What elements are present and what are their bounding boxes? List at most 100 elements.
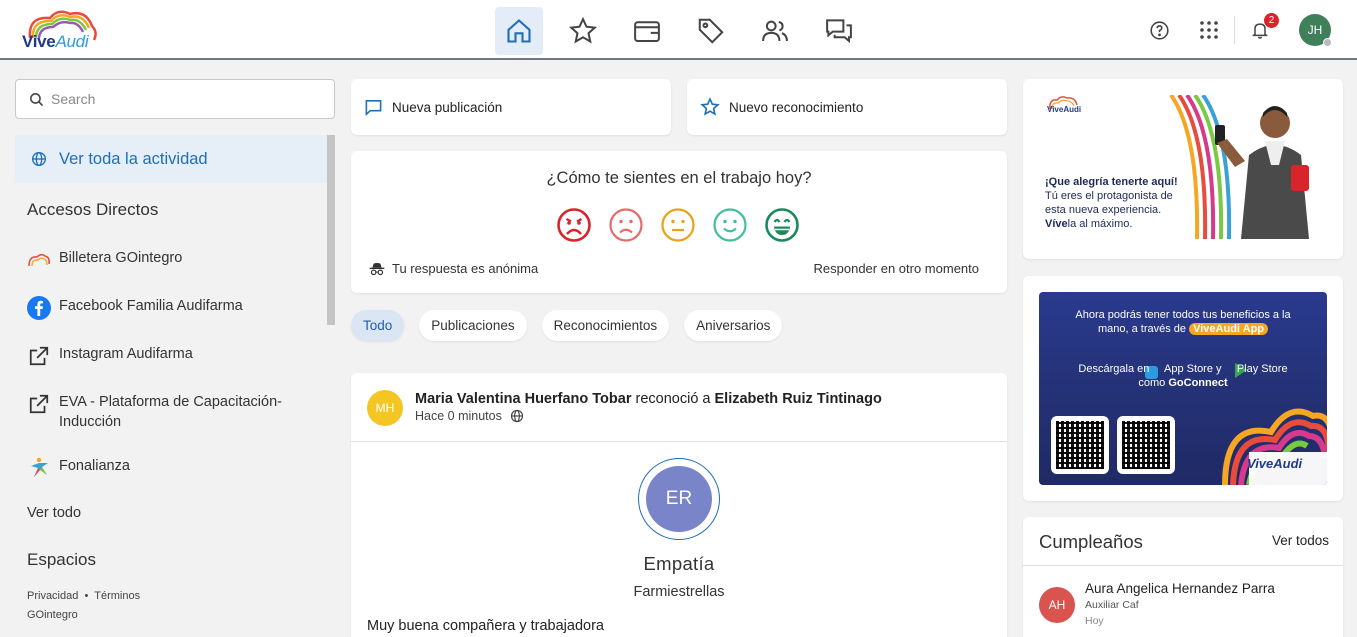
banner-logo-text: ViveAudi [1247, 456, 1303, 471]
banner-line: esta nueva experiencia. [1045, 204, 1162, 216]
author-avatar[interactable]: MH [367, 390, 403, 426]
footer-brand: GOintegro [27, 609, 78, 621]
shortcut-facebook[interactable]: Facebook Familia Audifarma [27, 296, 317, 320]
user-initials: JH [1307, 23, 1323, 37]
nav-home[interactable] [495, 7, 543, 55]
notification-badge: 2 [1264, 13, 1279, 28]
logo-wordmark: ViveAudi [22, 32, 89, 51]
recipient-avatar[interactable]: ER [646, 466, 712, 532]
main-nav [495, 7, 863, 55]
filter-aniversarios[interactable]: Aniversarios [684, 310, 783, 341]
nav-people[interactable] [751, 7, 799, 55]
left-sidebar: Search Ver toda la actividad Accesos Dir… [0, 62, 336, 637]
feed-filters: Todo Publicaciones Reconocimientos Anive… [351, 310, 783, 341]
header-actions: 2 JH [1148, 13, 1332, 47]
shortcut-label: Billetera GOintegro [59, 250, 183, 266]
app-download-banner-card: Ahora podrás tener todos tus beneficios … [1023, 276, 1343, 501]
app-download-banner[interactable]: Ahora podrás tener todos tus beneficios … [1039, 292, 1327, 485]
neutral-face-icon[interactable] [660, 207, 696, 243]
facebook-icon [27, 296, 51, 320]
nav-wallet[interactable] [623, 7, 671, 55]
answer-later-link[interactable]: Responder en otro momento [814, 261, 979, 276]
shortcuts-title: Accesos Directos [27, 200, 159, 219]
globe-icon [32, 152, 46, 166]
apps-grid-icon [1200, 21, 1218, 39]
new-post-button[interactable]: Nueva publicación [351, 79, 671, 135]
birthday-person-name[interactable]: Aura Angelica Hernandez Parra [1085, 581, 1275, 596]
recipient-avatar-ring: ER [638, 458, 720, 540]
birthdays-card: Cumpleaños Ver todos AH Aura Angelica He… [1023, 517, 1343, 637]
new-post-label: Nueva publicación [392, 99, 503, 115]
help-icon [1149, 20, 1169, 40]
very-sad-face-icon[interactable] [556, 207, 592, 243]
nav-chat[interactable] [815, 7, 863, 55]
play-store-label: Play Store [1236, 363, 1288, 375]
welcome-banner-card: ViveAudi ¡Que alegría tenerte aquí! Tú e… [1023, 79, 1343, 259]
recognition-value: Empatía [643, 553, 715, 574]
recipient-name[interactable]: Elizabeth Ruiz Tintinago [715, 391, 882, 407]
shortcut-instagram[interactable]: Instagram Audifarma [27, 344, 317, 368]
birthday-date: Hoy [1085, 615, 1104, 627]
post-headline: Maria Valentina Huerfano Tobar reconoció… [415, 391, 882, 407]
globe-icon [510, 409, 523, 423]
new-recognition-button[interactable]: Nuevo reconocimiento [687, 79, 1007, 135]
notifications-button[interactable]: 2 [1249, 13, 1279, 41]
see-all-birthdays-link[interactable]: Ver todos [1272, 533, 1329, 548]
external-link-icon [27, 344, 51, 368]
privacy-link[interactable]: Privacidad [27, 590, 78, 602]
app-store-label: App Store y [1164, 363, 1222, 375]
people-icon [762, 20, 788, 42]
header-divider [1234, 16, 1235, 44]
nav-recognitions[interactable] [559, 7, 607, 55]
rainbow-logo-icon [27, 248, 51, 272]
shortcut-label: Instagram Audifarma [59, 346, 193, 362]
nav-benefits[interactable] [687, 7, 735, 55]
apps-button[interactable] [1198, 19, 1220, 41]
filter-publicaciones[interactable]: Publicaciones [419, 310, 527, 341]
birthday-avatar[interactable]: AH [1039, 587, 1075, 623]
shortcut-billetera[interactable]: Billetera GOintegro [27, 248, 317, 272]
very-happy-face-icon[interactable] [764, 207, 800, 243]
app-banner-line-1: Ahora podrás tener todos tus beneficios … [1075, 309, 1291, 321]
shortcut-fonalianza[interactable]: Fonalianza [27, 456, 317, 480]
post-time: Hace 0 minutos [415, 409, 502, 423]
birthdays-title: Cumpleaños [1039, 531, 1143, 552]
banner-line: Tú eres el protagonista de [1045, 190, 1173, 202]
sad-face-icon[interactable] [608, 207, 644, 243]
search-box[interactable]: Search [15, 79, 335, 119]
happy-face-icon[interactable] [712, 207, 748, 243]
welcome-banner[interactable]: ViveAudi ¡Que alegría tenerte aquí! Tú e… [1039, 95, 1327, 239]
banner-line: Descárgala en [1078, 363, 1150, 375]
banner-headline: ¡Que alegría tenerte aquí! [1045, 176, 1178, 188]
user-avatar[interactable]: JH [1299, 14, 1332, 47]
see-all-shortcuts-link[interactable]: Ver todo [27, 505, 81, 521]
app-banner-line-3: Descárgala en App Store y Play Store [1039, 362, 1327, 376]
tag-icon [698, 18, 724, 44]
shortcut-label: EVA - Plataforma de Capacitación-Inducci… [59, 394, 282, 430]
shortcut-label: Facebook Familia Audifarma [59, 298, 243, 314]
filter-todo[interactable]: Todo [351, 310, 405, 341]
mood-question: ¿Cómo te sientes en el trabajo hoy? [546, 169, 812, 187]
see-all-activity-link[interactable]: Ver toda la actividad [15, 135, 327, 183]
terms-link[interactable]: Términos [94, 590, 140, 602]
app-store-qr-code [1051, 416, 1109, 474]
banner-line: la al máximo. [1067, 218, 1133, 230]
external-link-icon [27, 392, 51, 416]
viveaudi-logo[interactable]: ViveAudi [20, 8, 100, 54]
scrollbar-thumb[interactable] [327, 135, 335, 325]
speech-bubble-icon [365, 99, 382, 116]
help-button[interactable] [1148, 19, 1170, 41]
sidebar-scrollbar[interactable] [327, 135, 335, 635]
presence-dot [1323, 38, 1332, 47]
shortcut-eva[interactable]: EVA - Plataforma de Capacitación-Inducci… [27, 392, 317, 432]
filter-reconocimientos[interactable]: Reconocimientos [541, 310, 670, 341]
incognito-icon [369, 262, 385, 275]
search-input[interactable]: Search [51, 91, 95, 107]
post-meta: Hace 0 minutos [415, 409, 524, 423]
mood-faces [556, 207, 800, 243]
star-icon [700, 97, 720, 116]
author-name[interactable]: Maria Valentina Huerfano Tobar [415, 391, 631, 407]
app-banner-line-4: como GoConnect [1039, 376, 1327, 390]
welcome-banner-text: ¡Que alegría tenerte aquí! Tú eres el pr… [1045, 175, 1178, 231]
app-banner-line-2: mano, a través de ViveAudi App [1039, 322, 1327, 336]
